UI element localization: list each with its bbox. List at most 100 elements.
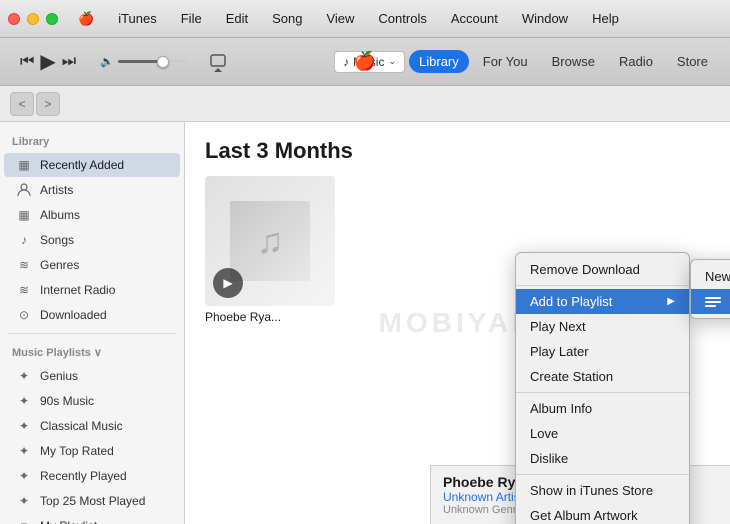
sidebar-item-genres[interactable]: ≋ Genres	[4, 253, 180, 277]
sidebar-item-genius[interactable]: ✦ Genius	[4, 364, 180, 388]
menu-item-love[interactable]: Love	[516, 421, 689, 446]
sidebar-item-my-top-rated[interactable]: ✦ My Top Rated	[4, 439, 180, 463]
menu-file[interactable]: File	[177, 9, 206, 28]
toolbar: ⏮ ▶ ⏭ 🔈 🍎 ♪ Music ⌄ Library For You Brow…	[0, 38, 730, 86]
play-later-label: Play Later	[530, 344, 589, 359]
sidebar-label-songs: Songs	[40, 233, 74, 247]
menu-help[interactable]: Help	[588, 9, 623, 28]
sidebar-item-top-25[interactable]: ✦ Top 25 Most Played	[4, 489, 180, 513]
back-button[interactable]: <	[10, 92, 34, 116]
tab-library[interactable]: Library	[409, 50, 469, 73]
nav-arrows: < >	[10, 92, 60, 116]
play-icon: ▶	[223, 276, 232, 290]
sidebar: Library ▦ Recently Added Artists ▦ Album…	[0, 122, 185, 524]
tab-store[interactable]: Store	[667, 50, 718, 73]
forward-button[interactable]: ⏭	[62, 53, 76, 71]
traffic-lights	[8, 13, 58, 25]
sidebar-label-my-playlist: My Playlist	[40, 519, 97, 524]
album-art-inner: ♫	[230, 201, 310, 281]
play-overlay-button[interactable]: ▶	[213, 268, 243, 298]
tab-radio[interactable]: Radio	[609, 50, 663, 73]
volume-thumb[interactable]	[157, 56, 169, 68]
menu-separator-2	[516, 392, 689, 393]
classical-music-icon: ✦	[16, 418, 32, 434]
menu-window[interactable]: Window	[518, 9, 572, 28]
apple-logo-center: 🍎	[354, 51, 376, 72]
sidebar-label-artists: Artists	[40, 183, 73, 197]
menu-separator-1	[516, 285, 689, 286]
music-note-icon: ♪	[343, 55, 349, 69]
sidebar-label-recently-played: Recently Played	[40, 469, 127, 483]
album-art: ♫ ▶	[205, 176, 335, 306]
close-button[interactable]	[8, 13, 20, 25]
internet-radio-icon: ≋	[16, 282, 32, 298]
sidebar-item-my-playlist[interactable]: ≡ My Playlist	[4, 514, 180, 524]
menu-item-play-later[interactable]: Play Later	[516, 339, 689, 364]
menu-edit[interactable]: Edit	[222, 9, 252, 28]
maximize-button[interactable]	[46, 13, 58, 25]
menu-item-create-station[interactable]: Create Station	[516, 364, 689, 389]
sidebar-label-genres: Genres	[40, 258, 79, 272]
minimize-button[interactable]	[27, 13, 39, 25]
sidebar-item-artists[interactable]: Artists	[4, 178, 180, 202]
content-title: Last 3 Months	[205, 138, 710, 164]
context-menu: Remove Download Add to Playlist ▶ Play N…	[515, 252, 690, 524]
albums-icon: ▦	[16, 207, 32, 223]
sidebar-item-classical-music[interactable]: ✦ Classical Music	[4, 414, 180, 438]
title-bar: 🍎 iTunes File Edit Song View Controls Ac…	[0, 0, 730, 38]
forward-button-nav[interactable]: >	[36, 92, 60, 116]
airplay-button[interactable]	[204, 48, 232, 76]
menu-itunes[interactable]: iTunes	[114, 9, 161, 28]
menu-item-dislike[interactable]: Dislike	[516, 446, 689, 471]
play-button[interactable]: ▶	[40, 49, 55, 74]
top-25-icon: ✦	[16, 493, 32, 509]
volume-track	[118, 60, 188, 63]
album-card[interactable]: ♫ ▶ Phoebe Rya...	[205, 176, 335, 324]
menu-item-add-to-playlist[interactable]: Add to Playlist ▶	[516, 289, 689, 314]
content-area: Last 3 Months ♫ ▶ Phoebe Rya... MOBIYAR …	[185, 122, 730, 524]
menu-item-show-in-itunes-store[interactable]: Show in iTunes Store	[516, 478, 689, 503]
add-to-playlist-label: Add to Playlist	[530, 294, 612, 309]
sidebar-item-recently-added[interactable]: ▦ Recently Added	[4, 153, 180, 177]
sidebar-divider	[8, 333, 176, 334]
sidebar-item-downloaded[interactable]: ⊙ Downloaded	[4, 303, 180, 327]
show-in-itunes-store-label: Show in iTunes Store	[530, 483, 653, 498]
tab-for-you[interactable]: For You	[473, 50, 538, 73]
playlists-header[interactable]: Music Playlists ∨	[0, 340, 184, 363]
tab-browse[interactable]: Browse	[542, 50, 605, 73]
artists-icon	[16, 182, 32, 198]
sidebar-label-albums: Albums	[40, 208, 80, 222]
sidebar-item-songs[interactable]: ♪ Songs	[4, 228, 180, 252]
menu-item-album-info[interactable]: Album Info	[516, 396, 689, 421]
menu-item-remove-download[interactable]: Remove Download	[516, 257, 689, 282]
menu-song[interactable]: Song	[268, 9, 306, 28]
sidebar-label-internet-radio: Internet Radio	[40, 283, 115, 297]
submenu-chevron-icon: ▶	[667, 296, 675, 307]
90s-music-icon: ✦	[16, 393, 32, 409]
songs-icon: ♪	[16, 232, 32, 248]
downloaded-icon: ⊙	[16, 307, 32, 323]
playlists-header-label: Music Playlists ∨	[12, 346, 102, 359]
sidebar-item-90s-music[interactable]: ✦ 90s Music	[4, 389, 180, 413]
menu-view[interactable]: View	[322, 9, 358, 28]
menu-bar: 🍎 iTunes File Edit Song View Controls Ac…	[74, 9, 623, 29]
album-name: Phoebe Rya...	[205, 310, 335, 324]
menu-apple[interactable]: 🍎	[74, 9, 98, 29]
sidebar-item-albums[interactable]: ▦ Albums	[4, 203, 180, 227]
get-album-artwork-label: Get Album Artwork	[530, 508, 638, 523]
sidebar-label-downloaded: Downloaded	[40, 308, 107, 322]
menu-separator-3	[516, 474, 689, 475]
menu-item-play-next[interactable]: Play Next	[516, 314, 689, 339]
rewind-button[interactable]: ⏮	[20, 53, 34, 71]
love-label: Love	[530, 426, 558, 441]
sidebar-item-internet-radio[interactable]: ≋ Internet Radio	[4, 278, 180, 302]
create-station-label: Create Station	[530, 369, 613, 384]
music-note-icon: ♫	[257, 220, 284, 262]
menu-account[interactable]: Account	[447, 9, 502, 28]
nav-row: < >	[0, 86, 730, 122]
dislike-label: Dislike	[530, 451, 568, 466]
menu-controls[interactable]: Controls	[374, 9, 430, 28]
sidebar-item-recently-played[interactable]: ✦ Recently Played	[4, 464, 180, 488]
menu-item-get-album-artwork[interactable]: Get Album Artwork	[516, 503, 689, 524]
volume-slider[interactable]: 🔈	[100, 55, 188, 68]
